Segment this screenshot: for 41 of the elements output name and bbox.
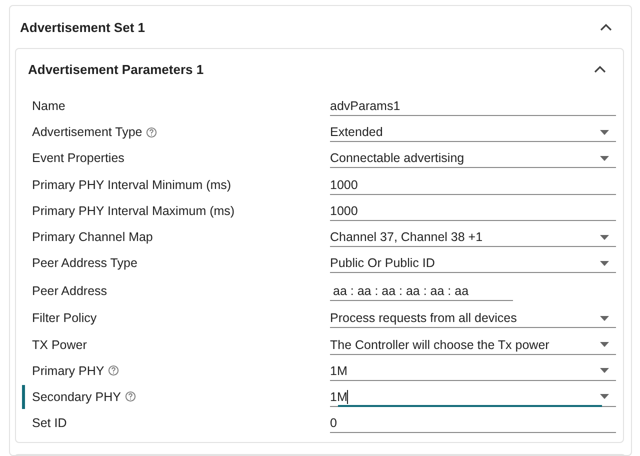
field-label: Advertisement Type xyxy=(32,125,142,140)
dropdown[interactable]: Extended xyxy=(330,122,616,142)
input-field[interactable]: advParams1 xyxy=(330,96,616,116)
input-field[interactable]: aa : aa : aa : aa : aa : aa xyxy=(330,280,513,301)
dropdown-arrow-icon xyxy=(600,234,609,240)
dropdown-arrow-icon xyxy=(600,156,609,161)
dropdown-arrow-icon xyxy=(600,394,609,400)
field-label: Peer Address Type xyxy=(32,256,138,270)
dropdown[interactable]: Public Or Public ID xyxy=(330,253,616,274)
input-field[interactable]: 1000 xyxy=(330,200,616,221)
field-label: Event Properties xyxy=(32,151,124,166)
collapse-icon[interactable] xyxy=(594,65,606,73)
field-label: TX Power xyxy=(32,338,87,352)
field-label: Secondary PHY xyxy=(32,390,121,404)
help-icon[interactable] xyxy=(146,126,158,138)
input-field[interactable]: 1000 xyxy=(330,174,616,195)
dropdown[interactable]: 1M xyxy=(330,386,616,407)
field-label: Set ID xyxy=(32,416,67,430)
dropdown[interactable]: 1M xyxy=(330,360,616,381)
section-title: Advertisement Parameters 1 xyxy=(28,62,204,76)
dropdown-arrow-icon xyxy=(600,130,609,135)
field-label: Primary PHY Interval Maximum (ms) xyxy=(32,204,235,218)
section-title: Advertisement Set 1 xyxy=(20,20,145,34)
field-label: Primary Channel Map xyxy=(32,230,153,244)
field-label: Peer Address xyxy=(32,284,108,298)
help-icon[interactable] xyxy=(108,365,120,376)
dropdown-arrow-icon xyxy=(600,260,609,266)
dropdown-arrow-icon xyxy=(600,368,609,374)
field-label: Primary PHY xyxy=(32,364,104,378)
dropdown-arrow-icon xyxy=(600,316,609,321)
dropdown[interactable]: Channel 37, Channel 38 +1 xyxy=(330,227,616,248)
dropdown[interactable]: The Controller will choose the Tx power xyxy=(330,334,616,355)
dropdown[interactable]: Process requests from all devices xyxy=(330,308,616,328)
input-field[interactable]: 0 xyxy=(330,413,616,434)
field-label: Name xyxy=(32,99,66,114)
field-label: Primary PHY Interval Minimum (ms) xyxy=(32,178,232,192)
collapse-icon[interactable] xyxy=(600,23,612,31)
dropdown-arrow-icon xyxy=(600,342,609,348)
field-label: Filter Policy xyxy=(32,311,97,326)
dropdown[interactable]: Connectable advertising xyxy=(330,148,616,168)
help-icon[interactable] xyxy=(124,391,136,402)
